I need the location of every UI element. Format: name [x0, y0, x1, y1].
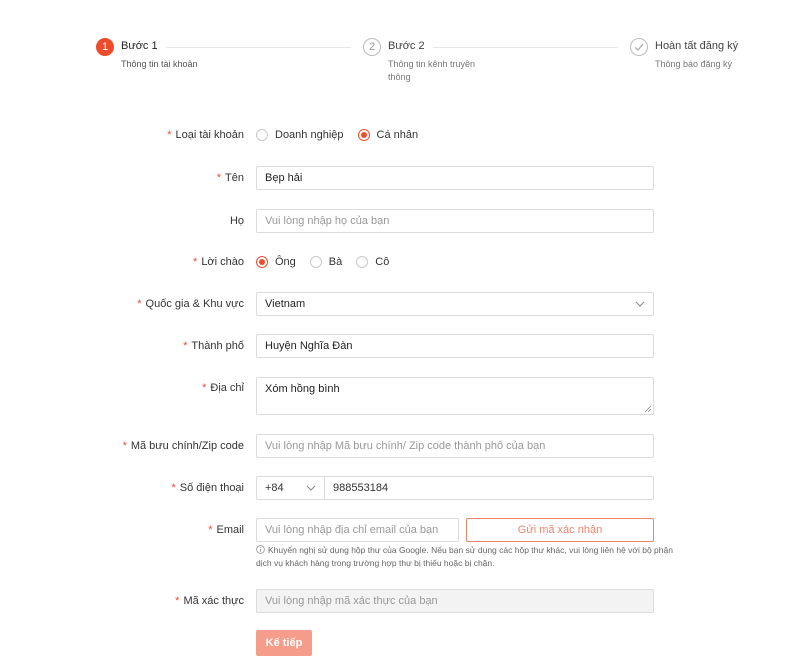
step-2-number: 2 [363, 38, 381, 56]
step-1-desc: Thông tin tài khoản [121, 59, 198, 69]
country-value: Vietnam [265, 298, 306, 310]
chevron-down-icon [635, 301, 645, 307]
zip-label: * Mã bưu chính/Zip code [122, 440, 244, 452]
first-name-input[interactable]: Bẹp hải [256, 166, 654, 190]
city-label: * Thành phố [183, 340, 244, 352]
step-connector [433, 47, 618, 48]
radio-ms[interactable]: Cô [356, 256, 389, 268]
step-3-desc: Thông báo đăng ký [655, 59, 733, 69]
step-connector [166, 47, 351, 48]
chevron-down-icon [306, 485, 316, 491]
last-name-label: Họ [229, 215, 244, 227]
email-hint: Khuyến nghị sử dụng hộp thư của Google. … [256, 544, 676, 570]
radio-circle-selected [256, 256, 268, 268]
country-code-value: +84 [265, 482, 284, 494]
radio-circle-selected [357, 129, 370, 141]
info-icon [256, 545, 265, 554]
account-type-label: * Loại tài khoản [167, 129, 244, 141]
radio-personal[interactable]: Cá nhân [357, 129, 418, 141]
email-input[interactable]: Vui lòng nhập địa chỉ email của bạn [256, 518, 459, 542]
city-input[interactable]: Huyện Nghĩa Đàn [256, 334, 654, 358]
first-name-label: * Tên [216, 172, 244, 184]
send-code-button[interactable]: Gửi mã xác nhận [466, 518, 654, 542]
email-label: * Email [208, 524, 244, 536]
step-2-desc: Thông tin kênh truyền thông [388, 59, 476, 82]
address-label: * Địa chỉ [202, 382, 244, 394]
salutation-label: * Lời chào [193, 256, 244, 268]
last-name-input[interactable]: Vui lòng nhập họ của bạn [256, 209, 654, 233]
radio-circle [356, 256, 369, 268]
next-button[interactable]: Kế tiếp [256, 630, 312, 656]
salutation-radios: Ông Bà Cô [256, 256, 403, 268]
radio-circle [309, 256, 322, 268]
verify-code-input[interactable]: Vui lòng nhập mã xác thực của bạn [256, 589, 654, 613]
radio-mrs[interactable]: Bà [309, 256, 342, 268]
country-code-select[interactable]: +84 [256, 476, 324, 500]
radio-business[interactable]: Doanh nghiệp [256, 129, 344, 141]
step-1-title: Bước 1 [121, 40, 158, 52]
address-value: Xóm hồng bình [265, 383, 340, 395]
check-icon [630, 38, 648, 56]
phone-input[interactable]: 988553184 [324, 476, 654, 500]
verify-code-label: * Mã xác thực [175, 595, 244, 607]
step-3-title: Hoàn tất đăng ký [655, 40, 739, 52]
address-textarea[interactable]: Xóm hồng bình [256, 377, 654, 415]
email-hint-text: Khuyến nghị sử dụng hộp thư của Google. … [256, 545, 673, 568]
zip-input[interactable]: Vui lòng nhập Mã bưu chính/ Zip code thà… [256, 434, 654, 458]
account-type-radios: Doanh nghiệp Cá nhân [256, 129, 432, 141]
radio-circle [256, 129, 268, 141]
step-1-number: 1 [96, 38, 114, 56]
country-select[interactable]: Vietnam [256, 292, 654, 316]
registration-steps: 1 Bước 1 Thông tin tài khoản 2 Bước 2 Th… [96, 38, 746, 88]
phone-label: * Số điện thoại [171, 482, 245, 494]
radio-mr[interactable]: Ông [256, 256, 296, 268]
resize-handle-icon[interactable] [644, 405, 652, 413]
step-2-title: Bước 2 [388, 40, 425, 52]
country-label: * Quốc gia & Khu vực [137, 298, 244, 310]
